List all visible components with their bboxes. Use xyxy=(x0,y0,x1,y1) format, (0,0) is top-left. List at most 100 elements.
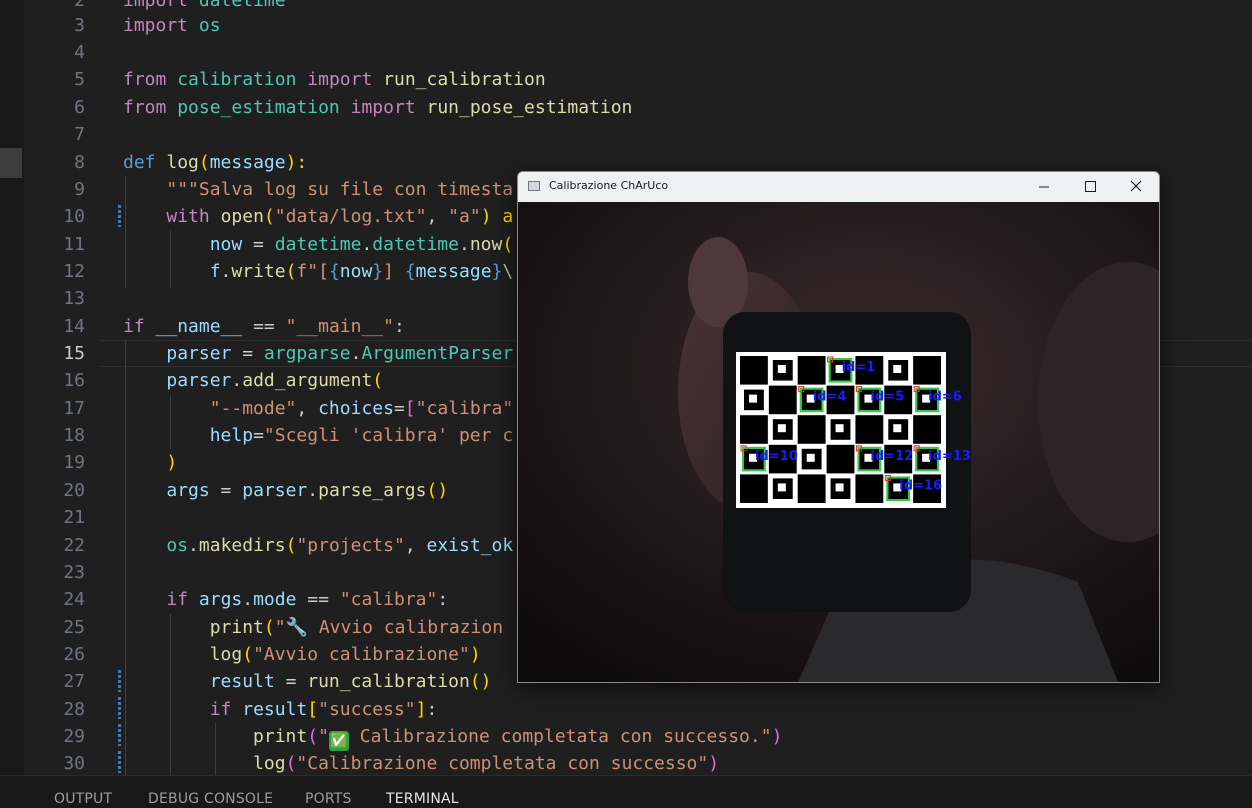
line-number-gutter: 2 3 4 5 6 7 8 9 10 11 12 13 14 15 16 17 … xyxy=(24,0,121,775)
marker-id-label: id=5 xyxy=(870,390,904,405)
code-line: with open("data/log.txt", "a") a xyxy=(166,206,514,227)
line-number: 5 xyxy=(74,69,85,90)
line-number: 20 xyxy=(63,480,85,501)
code-line: log("Avvio calibrazione") xyxy=(209,644,481,665)
code-line: "--mode", choices=["calibra" xyxy=(209,398,514,419)
line-number: 8 xyxy=(74,152,85,173)
marker-id-label: id=16 xyxy=(899,478,942,493)
tab-terminal[interactable]: TERMINAL xyxy=(386,791,459,807)
tab-output[interactable]: OUTPUT xyxy=(54,791,112,807)
code-line: from pose_estimation import run_pose_est… xyxy=(123,97,633,118)
aruco-marker-bit xyxy=(806,453,815,462)
line-number: 18 xyxy=(63,425,85,446)
code-line: f.write(f"[{now}] {message}\ xyxy=(209,261,514,282)
marker-id-label: id=13 xyxy=(928,449,971,464)
line-number: 4 xyxy=(74,42,85,63)
board-square-black xyxy=(797,356,826,385)
line-number: 23 xyxy=(63,562,85,583)
tab-debug-console[interactable]: DEBUG CONSOLE xyxy=(148,791,273,807)
board-square-black xyxy=(797,474,826,503)
marker-id-label: id=12 xyxy=(870,449,913,464)
line-number: 21 xyxy=(63,507,85,528)
marker-id-label: id=6 xyxy=(928,390,962,405)
aruco-marker-bit xyxy=(749,394,757,403)
board-square-black xyxy=(855,415,884,444)
line-number: 29 xyxy=(63,726,85,747)
code-line: log("Calibrazione completata con success… xyxy=(253,753,720,774)
board-square-black xyxy=(740,356,768,385)
window-title: Calibrazione ChArUco xyxy=(549,179,669,192)
code-line: def log(message): xyxy=(123,152,308,173)
code-line: if __name__ == "__main__": xyxy=(123,316,405,337)
line-number: 28 xyxy=(63,699,85,720)
board-square-black xyxy=(740,415,768,444)
board-square-black xyxy=(826,444,855,474)
aruco-marker-bit xyxy=(893,365,902,373)
code-line: now = datetime.datetime.now( xyxy=(209,234,514,255)
active-indicator xyxy=(0,148,22,178)
line-number: 12 xyxy=(63,261,85,282)
line-number: 30 xyxy=(63,753,85,774)
line-number: 19 xyxy=(63,452,85,473)
close-icon xyxy=(1130,180,1142,192)
marker-id-label: id=4 xyxy=(813,390,847,405)
code-line: os.makedirs("projects", exist_ok xyxy=(166,535,514,556)
code-line: if args.mode == "calibra": xyxy=(166,589,449,610)
board-square-black xyxy=(740,474,768,503)
line-number: 27 xyxy=(63,671,85,692)
code-line: """Salva log su file con timesta xyxy=(166,179,514,200)
line-number: 22 xyxy=(63,535,85,556)
calibration-window[interactable]: Calibrazione ChArUco id=1 id=4 id=5 id=6… xyxy=(517,171,1160,683)
line-number: 7 xyxy=(74,124,85,145)
line-number: 6 xyxy=(74,97,85,118)
line-number: 14 xyxy=(63,316,85,337)
line-number: 17 xyxy=(63,398,85,419)
line-number: 26 xyxy=(63,644,85,665)
board-square-black xyxy=(797,415,826,444)
check-emoji-icon: ✅ xyxy=(328,731,349,751)
camera-feed: id=1 id=4 id=5 id=6 id=10 id=12 id=13 id=16 xyxy=(518,202,1159,682)
minimize-button[interactable] xyxy=(1021,172,1067,202)
board-square-black xyxy=(855,474,884,503)
code-line: parser.add_argument( xyxy=(166,370,384,391)
board-square-black xyxy=(913,415,941,444)
bottom-panel: OUTPUT DEBUG CONSOLE PORTS TERMINAL xyxy=(0,775,1252,808)
aruco-marker-bit xyxy=(835,424,844,433)
aruco-marker-bit xyxy=(835,483,844,492)
marker-id-label: id=10 xyxy=(755,449,798,464)
code-line: ) xyxy=(166,452,178,473)
line-number: 13 xyxy=(63,288,85,309)
aruco-marker-bit xyxy=(777,424,786,433)
app-window-icon xyxy=(528,181,540,191)
code-line: args = parser.parse_args() xyxy=(166,480,449,501)
code-line: import os xyxy=(123,15,221,36)
marker-id-label: id=1 xyxy=(842,360,876,375)
line-number: 3 xyxy=(74,15,85,36)
aruco-marker-bit xyxy=(893,424,902,433)
code-line: print("✅ Calibrazione completata con suc… xyxy=(253,726,783,751)
tab-ports[interactable]: PORTS xyxy=(305,791,352,807)
maximize-button[interactable] xyxy=(1067,172,1113,202)
aruco-marker-bit xyxy=(777,483,786,492)
code-line: help="Scegli 'calibra' per c xyxy=(209,425,514,446)
code-line: print("🔧 Avvio calibrazion xyxy=(209,617,504,638)
code-line-active: parser = argparse.ArgumentParser xyxy=(166,343,514,364)
code-line: result = run_calibration() xyxy=(209,671,492,692)
aruco-marker-bit xyxy=(777,365,786,373)
code-line: if result["success"]: xyxy=(209,699,438,720)
close-button[interactable] xyxy=(1113,172,1159,202)
window-titlebar[interactable]: Calibrazione ChArUco xyxy=(518,172,1159,202)
board-square-black xyxy=(768,385,797,415)
line-number: 25 xyxy=(63,617,85,638)
activity-bar xyxy=(0,0,24,775)
line-number: 11 xyxy=(63,234,85,255)
line-number: 9 xyxy=(74,179,85,200)
line-number: 16 xyxy=(63,370,85,391)
code-line: from calibration import run_calibration xyxy=(123,69,546,90)
board-square-black xyxy=(913,356,941,385)
line-number-active: 15 xyxy=(63,343,85,364)
line-number: 10 xyxy=(63,206,85,227)
line-number: 24 xyxy=(63,589,85,610)
minimize-icon xyxy=(1039,186,1049,188)
maximize-icon xyxy=(1085,181,1096,192)
